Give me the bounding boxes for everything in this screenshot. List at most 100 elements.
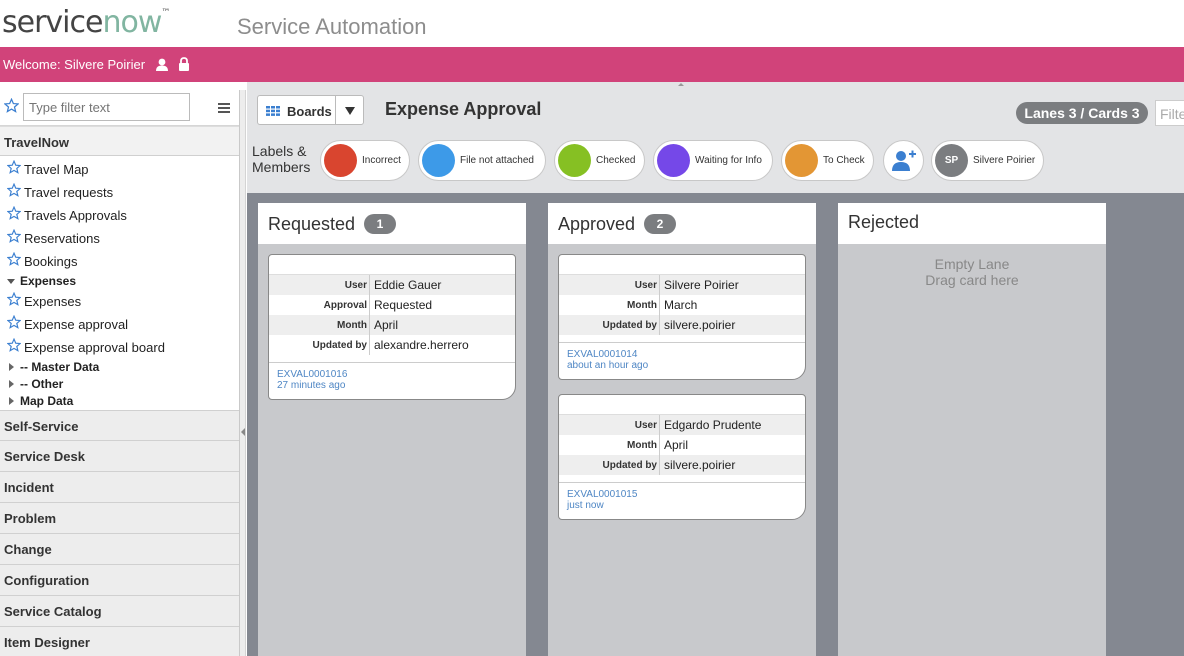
expand-arrow-icon[interactable] [9,397,14,405]
module-expense-approval[interactable]: Expense approval [0,313,239,336]
boards-dropdown-button[interactable]: Boards [257,95,364,125]
card-header [269,255,515,275]
card-number-link[interactable]: EXVAL0001015 [567,489,805,500]
label-name: To Check [823,155,865,166]
group-master-data[interactable]: -- Master Data [0,359,239,376]
lane-card-count: 1 [364,214,396,234]
app-section-service-catalog[interactable]: Service Catalog [0,596,239,627]
favorite-star-icon[interactable] [7,315,21,329]
lane-header: Requested 1 [258,203,526,244]
label-file-not-attached[interactable]: File not attached [418,140,546,181]
card-field-row: Updated by alexandre.herrero [269,335,515,355]
header-collapse-bar[interactable] [247,82,1184,90]
module-label: Travels Approvals [24,208,127,223]
card-updated-time: about an hour ago [567,360,649,371]
favorite-star-icon[interactable] [7,206,21,220]
navigator-filter [0,90,239,126]
group-expenses[interactable]: Expenses [0,273,239,290]
card-number-link[interactable]: EXVAL0001016 [277,369,515,380]
user-profile-icon[interactable] [155,58,169,74]
boards-label: Boards [287,104,332,119]
label-waiting-for-info[interactable]: Waiting for Info [653,140,773,181]
field-label: User [344,280,367,291]
module-travels-approvals[interactable]: Travels Approvals [0,204,239,227]
collapse-header-arrow-icon[interactable] [678,83,684,86]
app-section-service-desk[interactable]: Service Desk [0,441,239,472]
card-field-row: User Silvere Poirier [559,275,805,295]
field-label: Month [627,440,657,451]
app-section-self-service[interactable]: Self-Service [0,410,239,441]
empty-lane-message: Empty Lane Drag card here [838,256,1106,288]
welcome-text: Welcome: Silvere Poirier [3,57,146,72]
app-section-item-designer[interactable]: Item Designer [0,627,239,656]
lane-approved: Approved 2 User Silvere Poirier Month Marc… [548,203,816,656]
card-header [559,395,805,415]
favorite-star-icon[interactable] [7,183,21,197]
board-filter-input[interactable]: Filte [1155,100,1184,126]
app-section-travelnow[interactable]: TravelNow [0,126,239,156]
label-to-check[interactable]: To Check [781,140,874,181]
logo-text-service: service [2,5,103,40]
module-bookings[interactable]: Bookings [0,250,239,273]
card-field-row: Updated by silvere.poirier [559,315,805,335]
lane-card-count: 2 [644,214,676,234]
expand-arrow-icon[interactable] [9,363,14,371]
card-footer: EXVAL0001014 about an hour ago [559,342,805,379]
add-member-icon [892,150,916,171]
lane-requested: Requested 1 User Eddie Gauer Approval Requ… [258,203,526,656]
member-silvere-poirier[interactable]: SP Silvere Poirier [931,140,1044,181]
app-section-incident[interactable]: Incident [0,472,239,503]
module-label: Travel Map [24,162,89,177]
favorite-star-icon[interactable] [7,292,21,306]
labels-members-heading: Labels & Members [252,143,311,175]
filter-input[interactable] [23,93,190,121]
module-label: Expense approval board [24,340,165,355]
label-incorrect[interactable]: Incorrect [320,140,410,181]
group-other[interactable]: -- Other [0,376,239,393]
collapse-sidebar-arrow-icon[interactable] [241,428,245,436]
field-value: Requested [369,295,515,315]
label-checked[interactable]: Checked [554,140,645,181]
dropdown-arrow-icon[interactable] [345,107,355,115]
favorite-star-icon[interactable] [7,229,21,243]
module-expenses[interactable]: Expenses [0,290,239,313]
field-label: Updated by [602,320,657,331]
field-label: User [634,420,657,431]
module-travel-requests[interactable]: Travel requests [0,181,239,204]
card-exval0001016[interactable]: User Eddie Gauer Approval Requested Month A… [268,254,516,400]
module-reservations[interactable]: Reservations [0,227,239,250]
module-list: Travel Map Travel requests Travels Appro… [0,156,239,410]
card-header [559,255,805,275]
app-section-configuration[interactable]: Configuration [0,565,239,596]
logo-trademark: ™ [161,8,170,18]
group-label: Expenses [20,274,77,288]
module-label: Travel requests [24,185,114,200]
lane-header: Approved 2 [548,203,816,244]
module-travel-map[interactable]: Travel Map [0,158,239,181]
lane-title: Rejected [848,212,920,232]
drag-hint-text: Drag card here [925,272,1019,288]
servicenow-logo[interactable]: servicenow™ [2,5,170,40]
logout-lock-icon[interactable] [178,57,190,74]
favorite-star-icon[interactable] [7,338,21,352]
field-label: User [634,280,657,291]
board-view: Boards Expense Approval Lanes 3 / Cards … [247,90,1184,656]
collapse-arrow-icon[interactable] [7,279,15,284]
card-number-link[interactable]: EXVAL0001014 [567,349,805,360]
group-map-data[interactable]: Map Data [0,393,239,410]
hamburger-menu-icon[interactable] [218,101,230,119]
sidebar-resize-handle[interactable] [240,90,246,656]
app-section-problem[interactable]: Problem [0,503,239,534]
app-section-change[interactable]: Change [0,534,239,565]
card-exval0001015[interactable]: User Edgardo Prudente Month April Updated … [558,394,806,520]
favorite-star-icon[interactable] [7,252,21,266]
add-member-button[interactable] [883,140,924,181]
field-value: silvere.poirier [659,455,805,475]
expand-arrow-icon[interactable] [9,380,14,388]
product-name: Service Automation [237,14,427,39]
lane-title: Approved [558,214,636,234]
module-expense-approval-board[interactable]: Expense approval board [0,336,239,359]
favorites-star-icon[interactable] [3,97,20,118]
card-exval0001014[interactable]: User Silvere Poirier Month March Updated b… [558,254,806,380]
favorite-star-icon[interactable] [7,160,21,174]
